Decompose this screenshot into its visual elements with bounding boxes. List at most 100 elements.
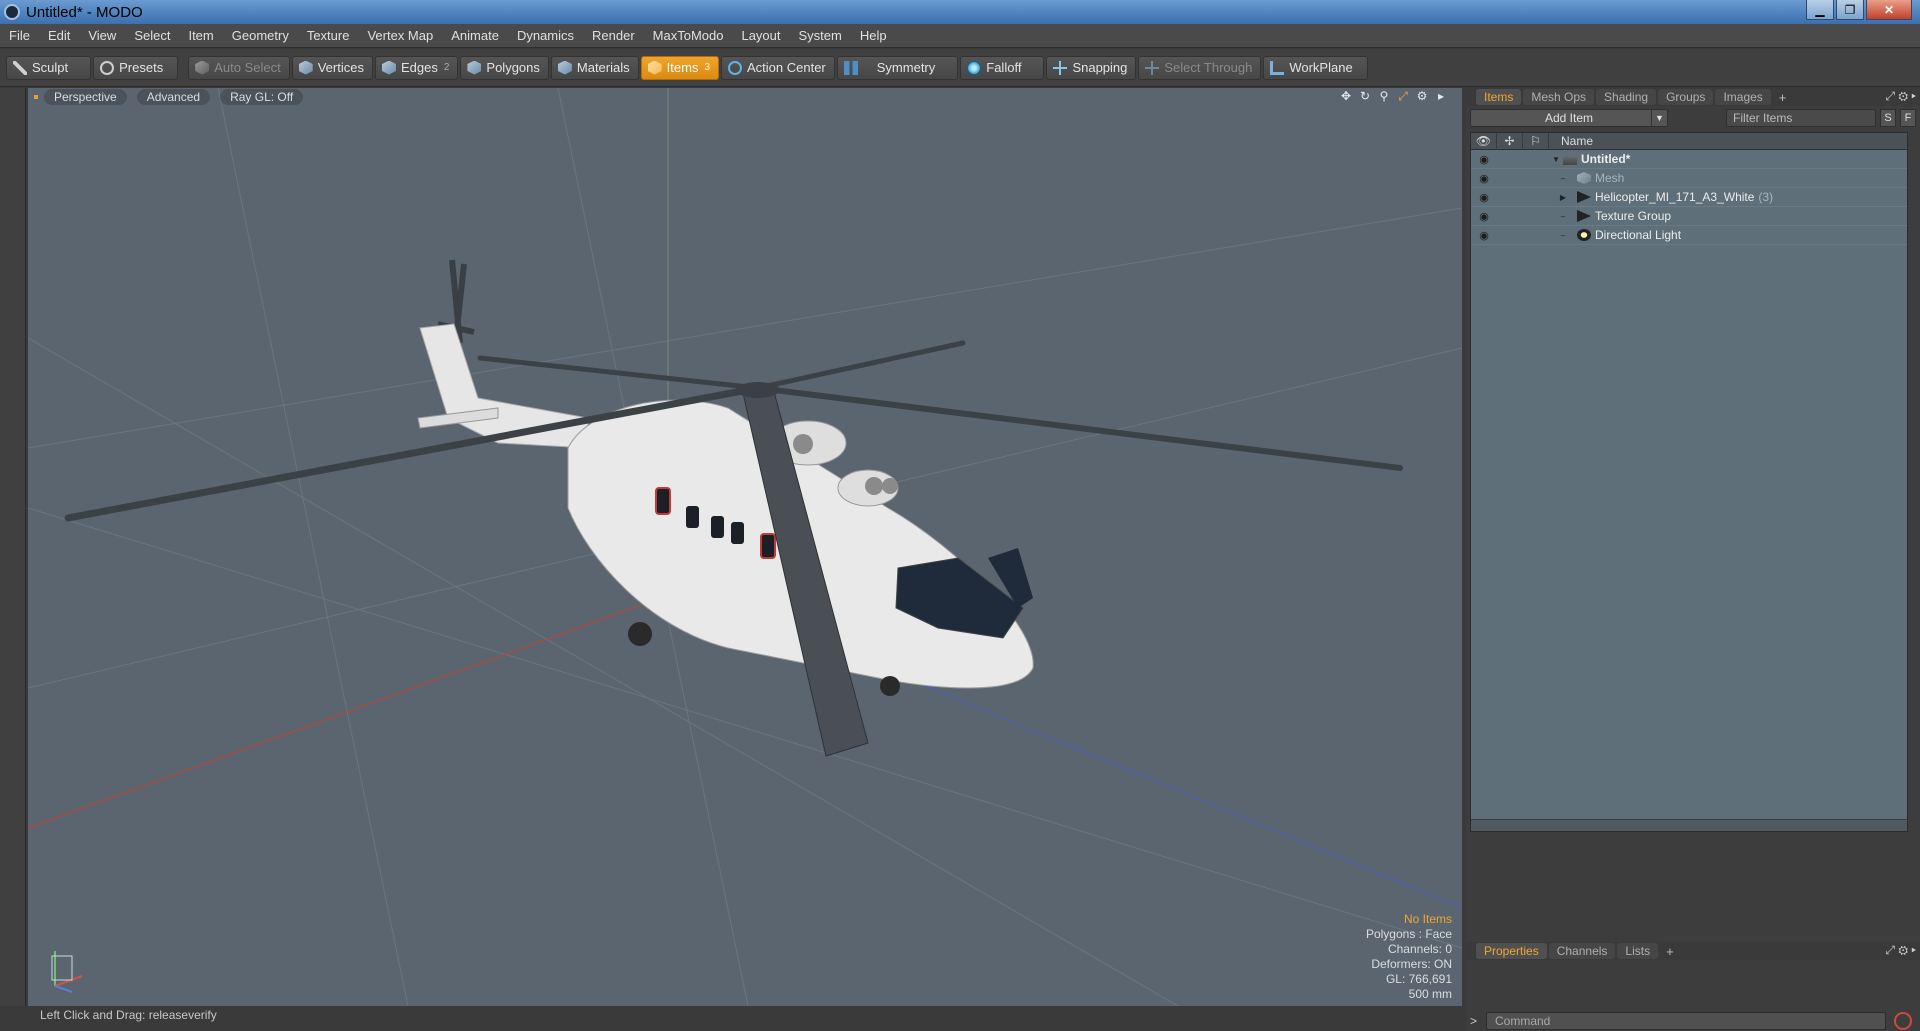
view-perspective-button[interactable]: Perspective — [44, 89, 127, 105]
eye-icon[interactable]: ◉ — [1471, 153, 1497, 166]
eye-icon[interactable]: ◉ — [1471, 229, 1497, 242]
menu-view[interactable]: View — [79, 24, 125, 48]
menu-maxtomodo[interactable]: MaxToModo — [644, 24, 733, 48]
command-history-icon[interactable] — [1894, 1012, 1912, 1030]
tree-row-texture-group[interactable]: ◉ – Texture Group — [1471, 207, 1907, 226]
presets-button[interactable]: Presets — [93, 55, 179, 80]
falloff-button[interactable]: Falloff — [960, 55, 1045, 80]
view-shading-button[interactable]: Advanced — [136, 89, 211, 105]
tab-items[interactable]: Items — [1476, 89, 1522, 105]
polygons-button[interactable]: Polygons — [460, 55, 549, 80]
symmetry-label: Symmetry — [876, 60, 936, 75]
menu-layout[interactable]: Layout — [732, 24, 789, 48]
eye-icon[interactable]: ◉ — [1471, 172, 1497, 185]
visibility-column-eye-icon[interactable]: 👁 — [1471, 132, 1497, 150]
menu-system[interactable]: System — [790, 24, 851, 48]
menu-vertex-map[interactable]: Vertex Map — [358, 24, 442, 48]
auto-select-button[interactable]: Auto Select — [188, 55, 290, 80]
tab-channels[interactable]: Channels — [1548, 943, 1616, 959]
left-tool-strip — [0, 88, 26, 1006]
rotate-icon[interactable]: ↻ — [1358, 89, 1372, 103]
zoom-icon[interactable]: ⚲ — [1377, 89, 1391, 103]
menu-render[interactable]: Render — [583, 24, 644, 48]
add-tab-icon[interactable]: + — [1779, 90, 1787, 105]
ray-gl-button[interactable]: Ray GL: Off — [220, 89, 304, 105]
expand-arrow-icon[interactable]: ▶ — [1549, 193, 1577, 202]
tab-images[interactable]: Images — [1715, 89, 1771, 105]
collapse-arrow-icon[interactable]: ▼ — [1549, 155, 1563, 164]
maximize-button[interactable]: ❐ — [1836, 0, 1864, 20]
polygons-info: Polygons : Face — [1365, 927, 1452, 941]
select-through-button[interactable]: Select Through — [1138, 55, 1262, 80]
menu-dynamics[interactable]: Dynamics — [508, 24, 583, 48]
gear-icon[interactable]: ⚙ — [1415, 89, 1429, 103]
name-column-header[interactable]: Name — [1549, 134, 1593, 148]
expand-arrow-icon[interactable]: ▸ — [1434, 89, 1448, 103]
menu-item[interactable]: Item — [179, 24, 222, 48]
select-through-label: Select Through — [1164, 60, 1253, 75]
tab-mesh-ops[interactable]: Mesh Ops — [1523, 89, 1595, 105]
pan-icon[interactable]: ✥ — [1339, 89, 1353, 103]
menu-select[interactable]: Select — [125, 24, 179, 48]
add-item-dropdown[interactable]: Add Item ▼ — [1470, 109, 1668, 127]
menu-animate[interactable]: Animate — [442, 24, 508, 48]
add-tab-icon[interactable]: + — [1666, 944, 1674, 959]
tab-groups[interactable]: Groups — [1658, 89, 1714, 105]
items-button[interactable]: Items 3 — [640, 55, 719, 80]
close-button[interactable]: ✕ — [1866, 0, 1912, 20]
panel-options-icons[interactable]: ⤢ ⚙ ▸ — [1885, 89, 1916, 104]
3d-viewport[interactable]: Perspective Advanced Ray GL: Off ✥ ↻ ⚲ ⤢… — [28, 88, 1462, 1006]
sculpt-label: Sculpt — [32, 60, 69, 75]
tab-properties[interactable]: Properties — [1476, 943, 1547, 959]
menu-texture[interactable]: Texture — [298, 24, 359, 48]
sculpt-button[interactable]: Sculpt — [6, 55, 92, 80]
title-bar: Untitled* - MODO ▁ ❐ ✕ — [0, 0, 1920, 24]
filter-f-button[interactable]: F — [1900, 109, 1916, 127]
workplane-button[interactable]: WorkPlane — [1263, 55, 1368, 80]
action-center-icon — [728, 60, 742, 75]
menu-file[interactable]: File — [0, 24, 39, 48]
polygons-icon — [467, 60, 482, 75]
edges-button[interactable]: Edges 2 — [374, 55, 459, 80]
lock-column-icon[interactable]: ✢ — [1497, 132, 1523, 150]
eye-icon[interactable]: ◉ — [1471, 191, 1497, 204]
render-column-icon[interactable]: ⚐ — [1523, 132, 1549, 150]
tree-row-helicopter-group[interactable]: ◉ ▶ Helicopter_MI_171_A3_White (3) — [1471, 188, 1907, 207]
presets-icon — [100, 60, 115, 75]
minimize-button[interactable]: ▁ — [1806, 0, 1834, 20]
tree-row-mesh[interactable]: ◉ – Mesh — [1471, 169, 1907, 188]
tree-label: Directional Light — [1595, 228, 1682, 242]
items-toolbar: Add Item ▼ Filter Items S F — [1466, 108, 1920, 128]
panel-options-icons[interactable]: ⤢ ⚙ ▸ — [1885, 943, 1916, 958]
snapping-button[interactable]: Snapping — [1046, 55, 1137, 80]
command-input[interactable]: Command — [1486, 1012, 1886, 1030]
filter-items-input[interactable]: Filter Items — [1726, 109, 1876, 127]
light-icon — [1577, 229, 1591, 241]
horizontal-scrollbar[interactable] — [1471, 819, 1907, 831]
vertices-button[interactable]: Vertices — [291, 55, 373, 80]
helicopter-model[interactable] — [64, 259, 1403, 757]
workplane-icon — [1270, 60, 1285, 75]
viewport-menu-dot[interactable] — [34, 95, 38, 99]
menu-geometry[interactable]: Geometry — [223, 24, 298, 48]
menu-help[interactable]: Help — [851, 24, 896, 48]
symmetry-button[interactable]: Symmetry — [836, 55, 959, 80]
tree-row-scene[interactable]: ◉ ▼ Untitled* — [1471, 150, 1907, 169]
tab-lists[interactable]: Lists — [1617, 943, 1659, 959]
materials-button[interactable]: Materials — [550, 55, 639, 80]
maximize-viewport-icon[interactable]: ⤢ — [1396, 89, 1410, 103]
edges-count: 2 — [443, 62, 450, 73]
command-prompt: > — [1470, 1014, 1478, 1028]
tree-connector: – — [1560, 211, 1566, 221]
eye-icon[interactable]: ◉ — [1471, 210, 1497, 223]
action-center-button[interactable]: Action Center — [721, 55, 835, 80]
filter-s-button[interactable]: S — [1880, 109, 1896, 127]
menu-edit[interactable]: Edit — [39, 24, 79, 48]
items-label: Items — [666, 60, 699, 75]
tab-shading[interactable]: Shading — [1596, 89, 1657, 105]
viewport-scene — [28, 88, 1462, 1006]
tree-row-directional-light[interactable]: ◉ – Directional Light — [1471, 226, 1907, 245]
viewport-header: Perspective Advanced Ray GL: Off — [28, 88, 1462, 106]
selection-info: No Items — [1403, 912, 1452, 926]
tree-connector: – — [1560, 230, 1566, 240]
